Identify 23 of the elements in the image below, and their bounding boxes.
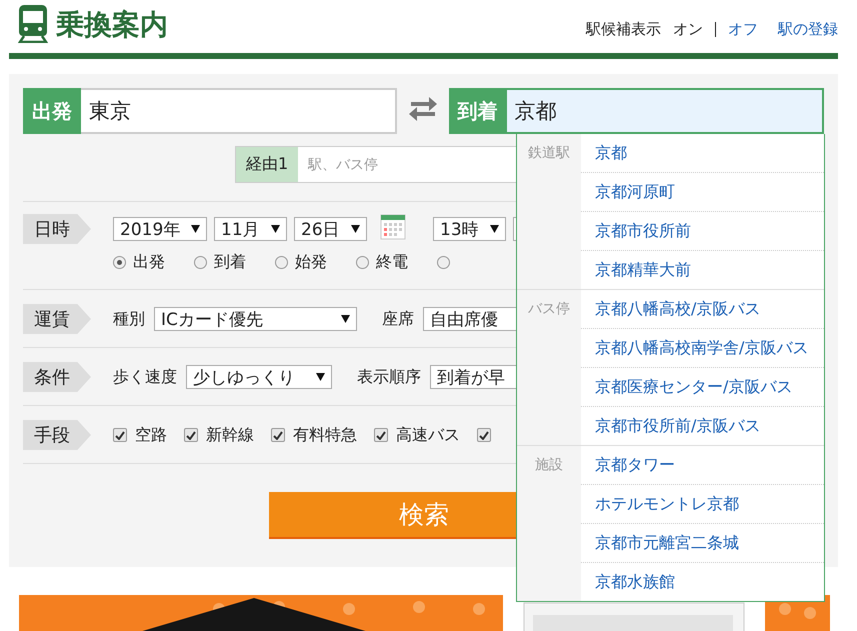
- category-label: バス停: [517, 290, 581, 445]
- field-label: 歩く速度: [113, 366, 177, 388]
- checkbox-label: 高速バス: [396, 424, 460, 446]
- radio-label: 始発: [295, 252, 327, 273]
- section-tag: 条件: [23, 362, 91, 392]
- checkbox-label: 空路: [135, 424, 167, 446]
- via-label: 経由1: [236, 147, 298, 182]
- checkbox-label: 新幹線: [206, 424, 254, 446]
- section-tag: 日時: [23, 214, 91, 244]
- radio-label: 出発: [133, 252, 165, 273]
- field-label: 到着: [448, 88, 506, 134]
- field-label: 出発: [23, 88, 81, 134]
- field-label: 座席: [382, 308, 414, 330]
- section-tag: 手段: [23, 420, 91, 450]
- checkbox-label: 有料特急: [293, 424, 357, 446]
- section-tag: 運賃: [23, 304, 91, 334]
- category-label: 施設: [517, 446, 581, 601]
- radio-label: 到着: [214, 252, 246, 273]
- field-label: 表示順序: [357, 366, 421, 388]
- radio-label: 終電: [376, 252, 408, 273]
- category-label: 鉄道駅: [517, 134, 581, 289]
- hint-label: 駅候補表示: [586, 20, 661, 39]
- field-label: 種別: [113, 308, 145, 330]
